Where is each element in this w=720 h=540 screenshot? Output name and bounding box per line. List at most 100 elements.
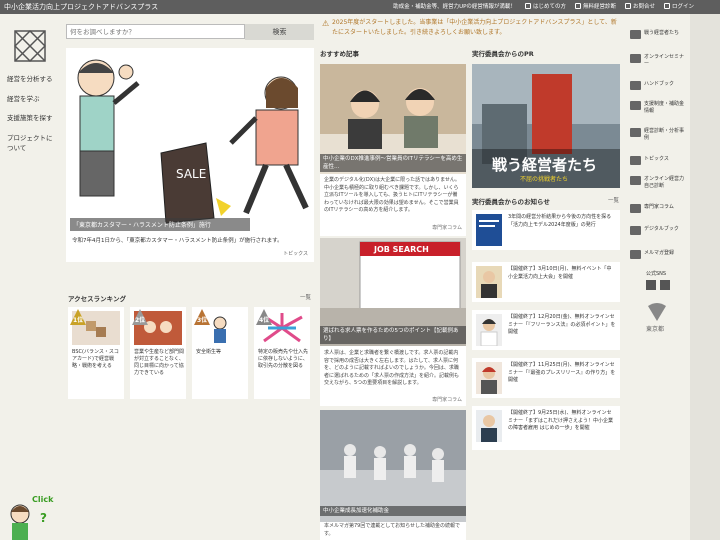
top-nav-diagnosis[interactable]: 無料経営診断	[574, 2, 616, 10]
warning-icon: ⚠	[322, 19, 330, 28]
news-item-3[interactable]: 【開催終了】12月20日(金)、無料オンラインセミナー「『フリーランス法』の必須…	[472, 310, 620, 350]
top-nav: 助成金・補助金等、経営力UPの経営情報が満載！ はじめての方 無料経営診断 お問…	[393, 2, 694, 10]
right-nav-self-diagnosis[interactable]: オンライン経営力自己診断	[630, 176, 688, 190]
top-nav-login[interactable]: ログイン	[663, 2, 694, 10]
recommended-title: おすすめ記事	[320, 50, 359, 58]
recommended-article-2[interactable]: JOB SEARCH 選ばれる求人票を作るための5つのポイント【記載例あり】 求…	[320, 238, 466, 406]
right-nav-topics[interactable]: トピックス	[630, 156, 688, 165]
ranking-text-2: 営業や生産など部門間が対立することなく、同じ目標に向かって協力できている	[134, 349, 185, 376]
hero-category[interactable]: トピックス	[283, 250, 308, 257]
click-me-text: Click Me	[32, 495, 54, 504]
ranking-title: アクセスランキング	[68, 295, 126, 303]
top-nav-first-visit[interactable]: はじめての方	[524, 2, 566, 10]
main-content: 検索 ⚠ 2025年度がスタートしました。当事業は「中小企業活力向上プロジェクト…	[62, 14, 622, 540]
article-body-2: 求人票は、企業と求職者を繋ぐ橋渡しです。求人票の記載内容で採用の成否は大きく左右…	[324, 350, 460, 386]
sale-sign-text: SALE	[176, 167, 206, 181]
news-more-link[interactable]: 一覧	[608, 196, 619, 204]
search-input[interactable]	[66, 24, 245, 39]
question-mark-icon: ?	[40, 511, 47, 525]
top-bar: 中小企業活力向上プロジェクトアドバンスプラス 助成金・補助金等、経営力UPの経営…	[0, 0, 720, 14]
news-thumb-3	[476, 314, 502, 346]
mail-icon	[630, 250, 641, 259]
hero-description: 令和7年4月1日から、「東京都カスタマー・ハラスメント防止条例」が施行されます。	[72, 238, 283, 244]
article-caption-3[interactable]: 中小企業成長加速化補助金	[320, 506, 466, 516]
left-nav-about-2[interactable]: ついて	[7, 144, 59, 153]
sns-label: 公式SNS	[646, 271, 667, 277]
ranking-text-1: BSC(バランス・スコアカード)で経営戦略・戦術を考える	[72, 349, 119, 369]
top-nav-contact[interactable]: お問合せ	[624, 2, 655, 10]
article-tag-1[interactable]: 専門家コラム	[432, 224, 462, 231]
news-text-5: 【開催終了】9月25日(水)、無料オンラインセミナー「まずはこれだけ押さえよう！…	[508, 410, 614, 431]
recommended-article-1[interactable]: 中小企業のDX推進事例～営業員のITリテラシーを高め生産性… 企業のデジタル化(…	[320, 64, 466, 236]
video-icon	[630, 54, 641, 63]
document-icon	[630, 128, 641, 137]
column-icon	[630, 204, 641, 213]
news-thumb-5	[476, 410, 502, 442]
hero-article[interactable]: SALE 「東京都カスタマー・ハラスメント防止条例」施行 令和7年4月1日から、…	[66, 48, 314, 262]
news-title: 実行委員会からのお知らせ	[472, 198, 550, 206]
article-tag-2[interactable]: 専門家コラム	[432, 396, 462, 403]
coins-icon	[630, 101, 641, 110]
ranking-item-2[interactable]: 2位 営業や生産など部門間が対立することなく、同じ目標に向かって協力できている	[130, 307, 186, 399]
click-me-mascot[interactable]: Click Me ?	[4, 492, 54, 540]
pr-title: 実行委員会からのPR	[472, 50, 534, 58]
ranking-more-link[interactable]: 一覧	[300, 293, 311, 301]
left-nav-analyze[interactable]: 経営を分析する	[7, 75, 59, 84]
news-text-3: 【開催終了】12月20日(金)、無料オンラインセミナー「『フリーランス法』の必須…	[508, 314, 616, 335]
job-search-sign: JOB SEARCH	[373, 245, 429, 254]
right-nav-digital-book[interactable]: デジタルブック	[630, 226, 688, 235]
site-title[interactable]: 中小企業活力向上プロジェクトアドバンスプラス	[4, 2, 158, 12]
ranking-item-4[interactable]: 4位 特定の販売先や仕入先に依存しないように、取引先の分散を図る	[254, 307, 310, 399]
right-nav-newsletter[interactable]: メルマガ登録	[630, 250, 688, 259]
news-item-4[interactable]: 【開催終了】11月25日(月)、無料オンラインセミナー「『最強のプレスリリース』…	[472, 358, 620, 398]
article-body-1: 企業のデジタル化(DX)は大企業に限った話ではありません。中小企業も積極的に取り…	[324, 177, 460, 213]
x-icon[interactable]	[646, 280, 656, 290]
news-thumb-1	[476, 214, 502, 246]
news-text-1: 3年間の経営分析結果から今後の方向性を探る「活力向上モデル2024年度版」の発行	[508, 214, 612, 228]
article-caption-2[interactable]: 選ばれる求人票を作るための5つのポイント【記載例あり】	[320, 326, 466, 344]
news-item-5[interactable]: 【開催終了】9月25日(水)、無料オンラインセミナー「まずはこれだけ押さえよう！…	[472, 406, 620, 450]
article-caption-1[interactable]: 中小企業のDX推進事例～営業員のITリテラシーを高め生産性…	[320, 154, 466, 172]
ranking-text-4: 特定の販売先や仕入先に依存しないように、取引先の分散を図る	[258, 349, 309, 369]
right-nav-fighting-managers[interactable]: 戦う経営者たち	[630, 30, 688, 39]
notice-banner: ⚠ 2025年度がスタートしました。当事業は「中小企業活力向上プロジェクトアドバ…	[322, 18, 620, 38]
left-nav-about-1[interactable]: プロジェクトに	[7, 134, 59, 143]
people-icon	[630, 30, 641, 39]
news-thumb-2	[476, 266, 502, 298]
right-nav-diagnosis-cases[interactable]: 経営診断・分析事例	[630, 128, 688, 142]
right-nav-expert-column[interactable]: 専門家コラム	[630, 204, 688, 213]
mail-icon	[624, 3, 631, 9]
search-button[interactable]: 検索	[245, 24, 314, 40]
news-item-1[interactable]: 3年間の経営分析結果から今後の方向性を探る「活力向上モデル2024年度版」の発行	[472, 210, 620, 250]
pr-banner-image: 戦う経営者たち 不屈の挑戦者たち	[472, 64, 620, 188]
checklist-icon	[630, 176, 641, 185]
news-item-2[interactable]: 【開催終了】3月10日(月)、無料イベント「中小企業活力向上大会」を開催	[472, 262, 620, 302]
top-nav-tagline[interactable]: 助成金・補助金等、経営力UPの経営情報が満載！	[393, 2, 516, 10]
ranking-item-1[interactable]: 1位 BSC(バランス・スコアカード)で経営戦略・戦術を考える	[68, 307, 124, 399]
site-logo[interactable]	[14, 30, 46, 62]
right-nav-handbook[interactable]: ハンドブック	[630, 81, 688, 90]
facebook-icon[interactable]	[660, 280, 670, 290]
pr-banner-subtext: 不屈の挑戦者たち	[520, 175, 568, 183]
ranking-text-3: 安全衛生等	[196, 349, 222, 355]
login-icon	[663, 3, 670, 9]
right-nav-support-info[interactable]: 支援制度・補助金情報	[630, 101, 688, 115]
news-thumb-4	[476, 362, 502, 394]
person-icon	[524, 3, 531, 9]
ranking-item-3[interactable]: 3位 安全衛生等	[192, 307, 248, 399]
book-icon	[630, 81, 641, 90]
recommended-article-3[interactable]: 中小企業成長加速化補助金 本メルマガ第79回で連載としてお知らせした補助金の続報…	[320, 410, 466, 540]
page-side-panel	[690, 14, 720, 540]
hero-caption[interactable]: 「東京都カスタマー・ハラスメント防止条例」施行	[70, 218, 250, 231]
eye-icon	[630, 156, 641, 165]
left-nav-support[interactable]: 支援施策を探す	[7, 114, 59, 123]
pr-banner[interactable]: 戦う経営者たち 不屈の挑戦者たち	[472, 64, 620, 188]
right-nav: 戦う経営者たち オンラインセミナー ハンドブック 支援制度・補助金情報 経営診断…	[622, 14, 688, 540]
article-body-3: 本メルマガ第79回で連載としてお知らせした補助金の続報です。	[324, 523, 460, 537]
notice-text: 2025年度がスタートしました。当事業は「中小企業活力向上プロジェクトアドバンス…	[332, 19, 617, 36]
left-nav: 経営を分析する 経営を学ぶ 支援施策を探す プロジェクトに ついて	[0, 14, 62, 540]
news-text-2: 【開催終了】3月10日(月)、無料イベント「中小企業活力向上大会」を開催	[508, 266, 612, 280]
right-nav-online-seminar[interactable]: オンラインセミナー	[630, 54, 688, 68]
left-nav-learn[interactable]: 経営を学ぶ	[7, 95, 59, 104]
tokyo-logo-icon[interactable]	[646, 300, 668, 322]
